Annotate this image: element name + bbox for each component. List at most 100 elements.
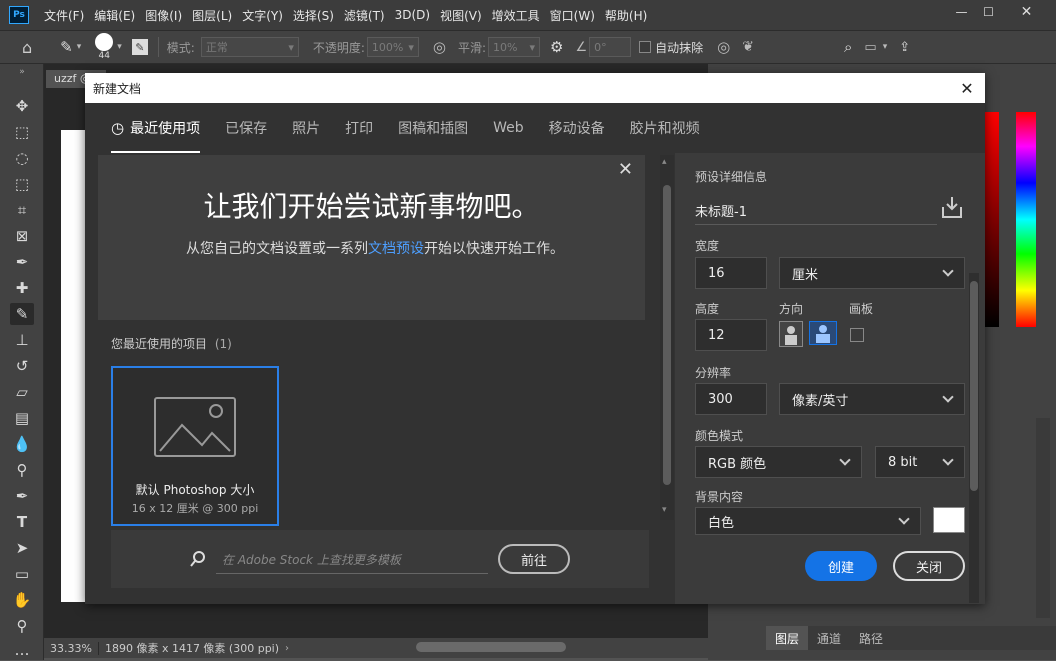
menu-select[interactable]: 选择(S) xyxy=(288,7,339,24)
blur-tool-icon[interactable]: 💧 xyxy=(10,433,34,455)
close-banner-icon[interactable]: ✕ xyxy=(618,159,633,180)
background-color-swatch[interactable] xyxy=(933,507,965,533)
zoom-level[interactable]: 33.33% xyxy=(44,641,99,655)
pencil-tool-icon[interactable]: ✎ xyxy=(10,303,34,325)
frame-tool-icon[interactable]: ⊠ xyxy=(10,225,34,247)
document-name-input[interactable]: 未标题-1 xyxy=(695,197,937,225)
bit-depth-select[interactable]: 8 bit xyxy=(875,446,965,478)
pressure-size-icon[interactable]: ◎ xyxy=(717,38,730,56)
tab-photo[interactable]: 照片 xyxy=(292,103,320,153)
presets-link[interactable]: 文档预设 xyxy=(368,241,424,257)
workspace-icon[interactable]: ▭ xyxy=(864,40,876,55)
collapse-icon[interactable]: » xyxy=(10,67,34,77)
resolution-unit-select[interactable]: 像素/英寸 xyxy=(779,383,965,415)
search-icon[interactable]: ⌕ xyxy=(844,38,852,56)
auto-erase-checkbox[interactable] xyxy=(639,41,652,53)
background-content-select[interactable]: 白色 xyxy=(695,507,921,535)
pen-tool-icon[interactable]: ✒ xyxy=(10,485,34,507)
more-tools-icon[interactable]: … xyxy=(10,639,34,661)
scroll-up-icon[interactable]: ▴ xyxy=(662,157,667,167)
eraser-tool-icon[interactable]: ▱ xyxy=(10,381,34,403)
tab-recent[interactable]: ◷ 最近使用项 xyxy=(111,103,201,153)
tab-web[interactable]: Web xyxy=(493,103,524,153)
menu-help[interactable]: 帮助(H) xyxy=(600,7,652,24)
menu-file[interactable]: 文件(F) xyxy=(39,7,89,24)
color-mode-select[interactable]: RGB 颜色 xyxy=(695,446,862,478)
go-button[interactable]: 前往 xyxy=(498,544,570,574)
tab-channels[interactable]: 通道 xyxy=(808,626,850,650)
close-button[interactable]: 关闭 xyxy=(893,551,965,581)
path-select-tool-icon[interactable]: ➤ xyxy=(10,537,34,559)
healing-tool-icon[interactable]: ✚ xyxy=(10,277,34,299)
close-window-icon[interactable]: ✕ xyxy=(1010,0,1043,24)
move-tool-icon[interactable]: ✥ xyxy=(10,95,34,117)
tab-print[interactable]: 打印 xyxy=(345,103,373,153)
chevron-right-icon[interactable]: › xyxy=(285,643,289,654)
menu-plugins[interactable]: 增效工具 xyxy=(487,7,545,24)
menu-type[interactable]: 文字(Y) xyxy=(237,7,288,24)
color-field[interactable] xyxy=(985,112,999,327)
menu-image[interactable]: 图像(I) xyxy=(140,7,187,24)
tab-layers[interactable]: 图层 xyxy=(766,626,809,650)
tab-film-video[interactable]: 胶片和视频 xyxy=(630,103,700,153)
brush-size-picker[interactable]: 44 xyxy=(95,33,114,61)
create-button[interactable]: 创建 xyxy=(805,551,877,581)
home-icon[interactable]: ⌂ xyxy=(22,38,32,57)
hue-slider[interactable] xyxy=(1016,112,1036,327)
type-tool-icon[interactable]: T xyxy=(10,511,34,533)
preset-scrollbar[interactable] xyxy=(969,273,979,603)
angle-input[interactable]: 0° xyxy=(589,37,632,57)
maximize-icon[interactable]: ☐ xyxy=(972,0,1005,24)
menu-view[interactable]: 视图(V) xyxy=(435,7,487,24)
brush-settings-icon[interactable]: ✎ xyxy=(131,39,148,55)
object-select-tool-icon[interactable]: ⬚ xyxy=(10,173,34,195)
workspace-chevron-icon[interactable]: ▾ xyxy=(883,42,888,52)
horizontal-scrollbar[interactable] xyxy=(416,642,566,652)
crop-tool-icon[interactable]: ⌗ xyxy=(10,199,34,221)
menu-3d[interactable]: 3D(D) xyxy=(390,8,435,22)
document-info[interactable]: 1890 像素 x 1417 像素 (300 ppi) xyxy=(99,640,285,656)
auto-erase-option[interactable]: 自动抹除 xyxy=(639,39,703,56)
history-brush-tool-icon[interactable]: ↺ xyxy=(10,355,34,377)
recent-scrollbar[interactable]: ▴ ▾ xyxy=(660,155,674,520)
save-preset-icon[interactable] xyxy=(941,195,963,219)
symmetry-icon[interactable]: ❦ xyxy=(742,39,754,55)
tab-mobile[interactable]: 移动设备 xyxy=(549,103,605,153)
panel-scrollbar[interactable] xyxy=(1036,418,1050,618)
menu-edit[interactable]: 编辑(E) xyxy=(89,7,140,24)
smooth-input[interactable]: 10% ▾ xyxy=(488,37,541,57)
scroll-thumb[interactable] xyxy=(663,185,671,485)
artboard-checkbox[interactable] xyxy=(850,328,864,342)
brush-chevron-icon[interactable]: ▾ xyxy=(117,42,122,52)
mode-select[interactable]: 正常 ▾ xyxy=(200,37,299,57)
portrait-orientation-icon[interactable] xyxy=(779,321,803,347)
share-icon[interactable]: ⇪ xyxy=(899,40,910,55)
stamp-tool-icon[interactable]: ⊥ xyxy=(10,329,34,351)
pressure-opacity-icon[interactable]: ◎ xyxy=(433,38,446,56)
scroll-down-icon[interactable]: ▾ xyxy=(662,505,667,515)
width-input[interactable]: 16 xyxy=(695,257,767,289)
stock-search-input[interactable]: 在 Adobe Stock 上查找更多模板 xyxy=(216,546,488,574)
tab-saved[interactable]: 已保存 xyxy=(225,103,267,153)
hand-tool-icon[interactable]: ✋ xyxy=(10,589,34,611)
pencil-tool-icon[interactable]: ✎ xyxy=(60,38,73,56)
menu-window[interactable]: 窗口(W) xyxy=(545,7,600,24)
width-unit-select[interactable]: 厘米 xyxy=(779,257,965,289)
tab-paths[interactable]: 路径 xyxy=(850,626,892,650)
recent-item-card[interactable]: 默认 Photoshop 大小 16 x 12 厘米 @ 300 ppi xyxy=(111,366,279,526)
close-icon[interactable]: ✕ xyxy=(957,78,977,98)
resolution-input[interactable]: 300 xyxy=(695,383,767,415)
tab-art-illustration[interactable]: 图稿和插图 xyxy=(398,103,468,153)
zoom-tool-icon[interactable]: ⚲ xyxy=(10,615,34,637)
lasso-tool-icon[interactable]: ◌ xyxy=(10,147,34,169)
height-input[interactable]: 12 xyxy=(695,319,767,351)
landscape-orientation-icon[interactable] xyxy=(809,321,837,345)
eyedropper-tool-icon[interactable]: ✒ xyxy=(10,251,34,273)
dodge-tool-icon[interactable]: ⚲ xyxy=(10,459,34,481)
gradient-tool-icon[interactable]: ▤ xyxy=(10,407,34,429)
menu-layer[interactable]: 图层(L) xyxy=(187,7,237,24)
marquee-tool-icon[interactable]: ⬚ xyxy=(10,121,34,143)
opacity-input[interactable]: 100% ▾ xyxy=(366,37,419,57)
scroll-thumb[interactable] xyxy=(970,281,978,491)
menu-filter[interactable]: 滤镜(T) xyxy=(339,7,390,24)
